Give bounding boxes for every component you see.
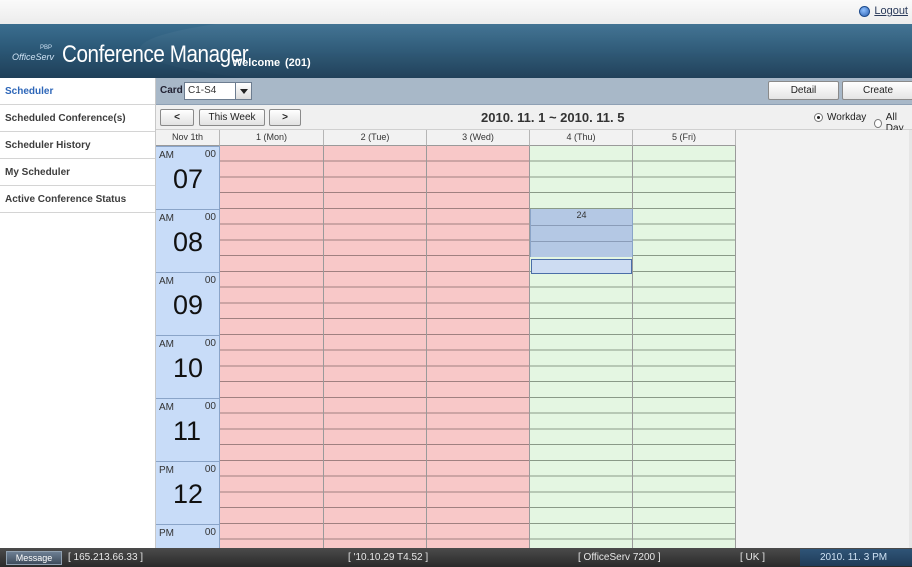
prev-week-button[interactable]: < xyxy=(160,109,194,126)
week-nav-bar: < This Week > 2010. 11. 1 ~ 2010. 11. 5 … xyxy=(156,105,912,134)
day-header-mon: 1 (Mon) xyxy=(220,130,324,146)
radio-dot xyxy=(814,113,823,122)
minute-label: 00 xyxy=(204,527,216,538)
hour-block: PM 00 12 xyxy=(156,461,220,524)
welcome-text: Welcome xyxy=(232,57,281,69)
minute-label: 00 xyxy=(204,275,216,286)
status-locale: [ UK ] xyxy=(740,552,766,563)
logout-link[interactable]: Logout xyxy=(859,5,908,17)
sidebar-item-my-scheduler[interactable]: My Scheduler xyxy=(0,159,155,186)
minute-label: 00 xyxy=(204,338,216,349)
brand-logo: OfficeServ PBP xyxy=(12,45,55,62)
ampm-label: AM xyxy=(159,339,174,350)
calendar-grid: Nov 1th 1 (Mon) 2 (Tue) 3 (Wed) 4 (Thu) … xyxy=(156,130,736,548)
welcome-user-id: (201) xyxy=(285,57,311,69)
minute-label: 00 xyxy=(204,149,216,160)
logout-label: Logout xyxy=(874,5,908,17)
sidebar-item-active-conference-status[interactable]: Active Conference Status xyxy=(0,186,155,213)
this-week-button[interactable]: This Week xyxy=(199,109,265,126)
ampm-label: AM xyxy=(159,402,174,413)
hour-block: AM 00 10 xyxy=(156,335,220,398)
slot-divider xyxy=(531,225,632,226)
ampm-label: PM xyxy=(159,465,174,476)
hour-label: 12 xyxy=(173,479,204,509)
day-column-mon[interactable] xyxy=(220,146,324,548)
ampm-label: PM xyxy=(159,528,174,539)
card-label: Card xyxy=(160,85,183,96)
brand-name: OfficeServ xyxy=(12,52,55,62)
hour-block: AM 00 08 xyxy=(156,209,220,272)
hour-label: 07 xyxy=(173,164,204,194)
detail-button[interactable]: Detail xyxy=(768,81,839,100)
hour-block: AM 00 11 xyxy=(156,398,220,461)
sidebar-item-scheduler[interactable]: Scheduler xyxy=(0,78,155,105)
next-week-button[interactable]: > xyxy=(269,109,301,126)
status-bar: Message [ 165.213.66.33 ] [ '10.10.29 T4… xyxy=(0,548,912,567)
hour-label: 10 xyxy=(173,353,204,383)
create-button[interactable]: Create xyxy=(842,81,912,100)
app-banner: OfficeServ PBP Conference Manager Welcom… xyxy=(0,24,912,78)
workday-label: Workday xyxy=(827,112,867,123)
hour-block: AM 00 09 xyxy=(156,272,220,335)
status-ip: [ 165.213.66.33 ] xyxy=(68,552,144,563)
conference-event[interactable]: 24 xyxy=(530,209,633,257)
status-system: [ OfficeServ 7200 ] xyxy=(578,552,661,563)
top-bar: Logout xyxy=(0,0,912,24)
time-column: AM 00 07 AM 00 08 AM 00 09 AM 00 10 AM 0… xyxy=(156,146,220,548)
card-toolbar: Card C1-S4 Detail Create xyxy=(156,78,912,105)
empty-panel xyxy=(736,130,912,548)
hour-block: PM 00 xyxy=(156,524,220,548)
minute-label: 00 xyxy=(204,212,216,223)
workday-radio[interactable]: Workday xyxy=(814,112,866,123)
banner-decoration xyxy=(140,24,912,78)
status-version: [ '10.10.29 T4.52 ] xyxy=(348,552,429,563)
day-column-fri[interactable] xyxy=(633,146,736,548)
day-header-tue: 2 (Tue) xyxy=(324,130,427,146)
day-header-fri: 5 (Fri) xyxy=(633,130,736,146)
hour-label: 09 xyxy=(173,290,204,320)
date-range-title: 2010. 11. 1 ~ 2010. 11. 5 xyxy=(481,110,625,125)
ampm-label: AM xyxy=(159,150,174,161)
hour-label: 11 xyxy=(173,416,202,446)
app-title: Conference Manager xyxy=(62,41,249,68)
hour-block: AM 00 07 xyxy=(156,146,220,209)
minute-label: 00 xyxy=(204,464,216,475)
radio-dot xyxy=(874,118,882,128)
ampm-label: AM xyxy=(159,276,174,287)
card-select[interactable]: C1-S4 xyxy=(184,82,252,100)
chevron-down-icon[interactable] xyxy=(235,83,251,99)
logout-icon xyxy=(859,5,871,17)
day-column-thu[interactable] xyxy=(530,146,633,548)
brand-superscript: PBP xyxy=(40,45,53,51)
selected-slot[interactable] xyxy=(531,259,632,274)
status-clock: 2010. 11. 3 PM 2:37:09 xyxy=(800,549,912,566)
minute-label: 00 xyxy=(204,401,216,412)
sidebar: Scheduler Scheduled Conference(s) Schedu… xyxy=(0,78,156,548)
sidebar-item-scheduler-history[interactable]: Scheduler History xyxy=(0,132,155,159)
ampm-label: AM xyxy=(159,213,174,224)
sidebar-item-scheduled-conferences[interactable]: Scheduled Conference(s) xyxy=(0,105,155,132)
day-column-tue[interactable] xyxy=(324,146,427,548)
message-tab[interactable]: Message xyxy=(6,551,62,565)
day-header-thu: 4 (Thu) xyxy=(530,130,633,146)
day-header-wed: 3 (Wed) xyxy=(427,130,530,146)
card-select-value: C1-S4 xyxy=(188,85,217,96)
corner-date-header: Nov 1th xyxy=(156,130,220,146)
day-column-wed[interactable] xyxy=(427,146,530,548)
event-label: 24 xyxy=(576,210,587,220)
hour-label: 08 xyxy=(173,227,204,257)
slot-divider xyxy=(531,241,632,242)
